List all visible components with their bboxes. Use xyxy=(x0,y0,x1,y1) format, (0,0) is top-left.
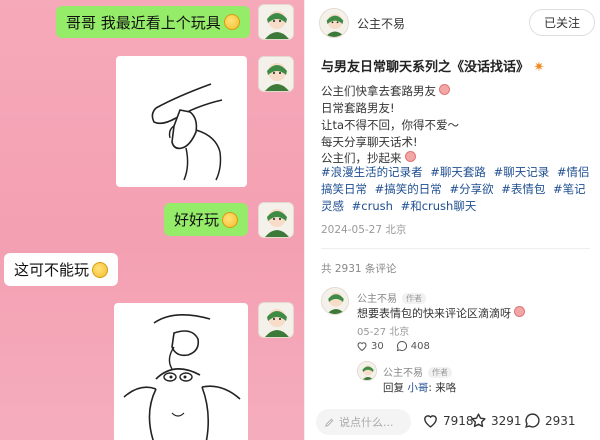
avatar xyxy=(258,4,294,40)
avatar xyxy=(258,302,294,338)
patrick-drawing-image xyxy=(123,314,241,440)
comment-meta: 05-27 北京 xyxy=(357,327,410,338)
chat-image-card[interactable] xyxy=(114,303,248,440)
divider xyxy=(321,248,590,249)
post-panel: 公主不易 已关注 与男友日常聊天系列之《没话找话》 ✷ 公主们快拿去套路男友 日… xyxy=(304,0,600,440)
flushed-emoji-icon xyxy=(223,14,240,30)
comment-bubble-icon[interactable] xyxy=(396,340,408,352)
comment-avatar[interactable] xyxy=(321,287,349,315)
bottom-bar: 说点什么... 7918 3291 2931 xyxy=(304,404,600,440)
star-button[interactable]: 3291 xyxy=(470,412,522,429)
post-body-line: 让ta不得不回，你得不爱～ xyxy=(321,118,460,132)
post-date: 2024-05-27 北京 xyxy=(321,224,407,236)
author-badge: 作者 xyxy=(428,367,452,378)
chat-image-card[interactable] xyxy=(116,56,247,187)
avatar xyxy=(258,202,294,238)
comment-author[interactable]: 公主不易 作者 xyxy=(357,290,426,305)
comment-text: 想要表情包的快来评论区滴滴呀 xyxy=(357,305,525,321)
star-icon xyxy=(471,413,486,428)
comment-like-count: 30 xyxy=(371,340,384,352)
hashtag-link[interactable]: #聊天记录 xyxy=(494,165,550,179)
post-body-line: 日常套路男友! xyxy=(321,101,395,115)
post-body-line: 每天分享聊天话术! xyxy=(321,135,418,149)
hashtag-link[interactable]: #分享欲 xyxy=(449,182,493,196)
follow-button[interactable]: 已关注 xyxy=(529,9,595,36)
heart-icon xyxy=(424,415,437,428)
heart-icon[interactable] xyxy=(356,340,368,352)
comment-input[interactable]: 说点什么... xyxy=(316,409,411,435)
author-badge: 作者 xyxy=(402,293,426,304)
author-row: 公主不易 已关注 xyxy=(319,7,595,39)
chat-text: 哥哥 我最近看上个玩具 xyxy=(66,13,221,32)
shy-emoji-icon xyxy=(222,211,239,228)
sparkle-emoji-icon: ✷ xyxy=(533,60,545,75)
post-title: 与男友日常聊天系列之《没话找话》 ✷ xyxy=(321,60,545,75)
reply-text: 回复 小哥: 来咯 xyxy=(383,382,457,394)
hashtag-link[interactable]: #和crush聊天 xyxy=(401,199,477,213)
pencil-icon xyxy=(324,417,335,428)
post-body-line: 公主们快拿去套路男友 xyxy=(321,83,450,99)
reply-target[interactable]: 小哥 xyxy=(407,382,428,394)
chat-screenshot: 哥哥 我最近看上个玩具 好好玩 这可不能玩 xyxy=(0,0,304,440)
hashtag-link[interactable]: #搞笑的日常 xyxy=(375,182,442,196)
comment-button[interactable]: 2931 xyxy=(524,412,576,429)
chat-text: 这可不能玩 xyxy=(14,261,90,279)
pig-emoji-icon xyxy=(514,306,525,317)
tag-list: #浪漫生活的记录者 #聊天套路 #聊天记录 #情侣搞笑日常 #搞笑的日常 #分享… xyxy=(321,164,597,215)
avatar xyxy=(258,56,294,92)
comment-actions: 30 408 xyxy=(356,340,430,352)
comment-count-bottom: 2931 xyxy=(545,413,576,428)
comment-reply-count: 408 xyxy=(410,340,430,352)
pig-emoji-icon xyxy=(404,151,416,162)
dizzy-emoji-icon xyxy=(92,261,109,278)
hand-drawing-image xyxy=(151,83,223,181)
author-name[interactable]: 公主不易 xyxy=(357,15,405,32)
chat-bubble: 好好玩 xyxy=(164,203,249,236)
hashtag-link[interactable]: #聊天套路 xyxy=(430,165,486,179)
star-count: 3291 xyxy=(491,413,522,428)
hashtag-link[interactable]: #crush xyxy=(352,199,393,213)
pig-emoji-icon xyxy=(439,84,450,95)
reply-avatar[interactable] xyxy=(357,361,377,381)
like-count: 7918 xyxy=(443,413,474,428)
comment-count: 共 2931 条评论 xyxy=(321,263,397,275)
comment-bubble-icon xyxy=(525,413,540,428)
reply-author[interactable]: 公主不易 作者 xyxy=(383,364,452,379)
hashtag-link[interactable]: #表情包 xyxy=(501,182,545,196)
chat-bubble: 这可不能玩 xyxy=(4,253,119,286)
author-avatar[interactable] xyxy=(319,8,349,38)
hashtag-link[interactable]: #浪漫生活的记录者 xyxy=(321,165,423,179)
chat-text: 好好玩 xyxy=(174,211,220,229)
chat-bubble: 哥哥 我最近看上个玩具 xyxy=(56,6,250,38)
like-button[interactable]: 7918 xyxy=(422,412,474,429)
